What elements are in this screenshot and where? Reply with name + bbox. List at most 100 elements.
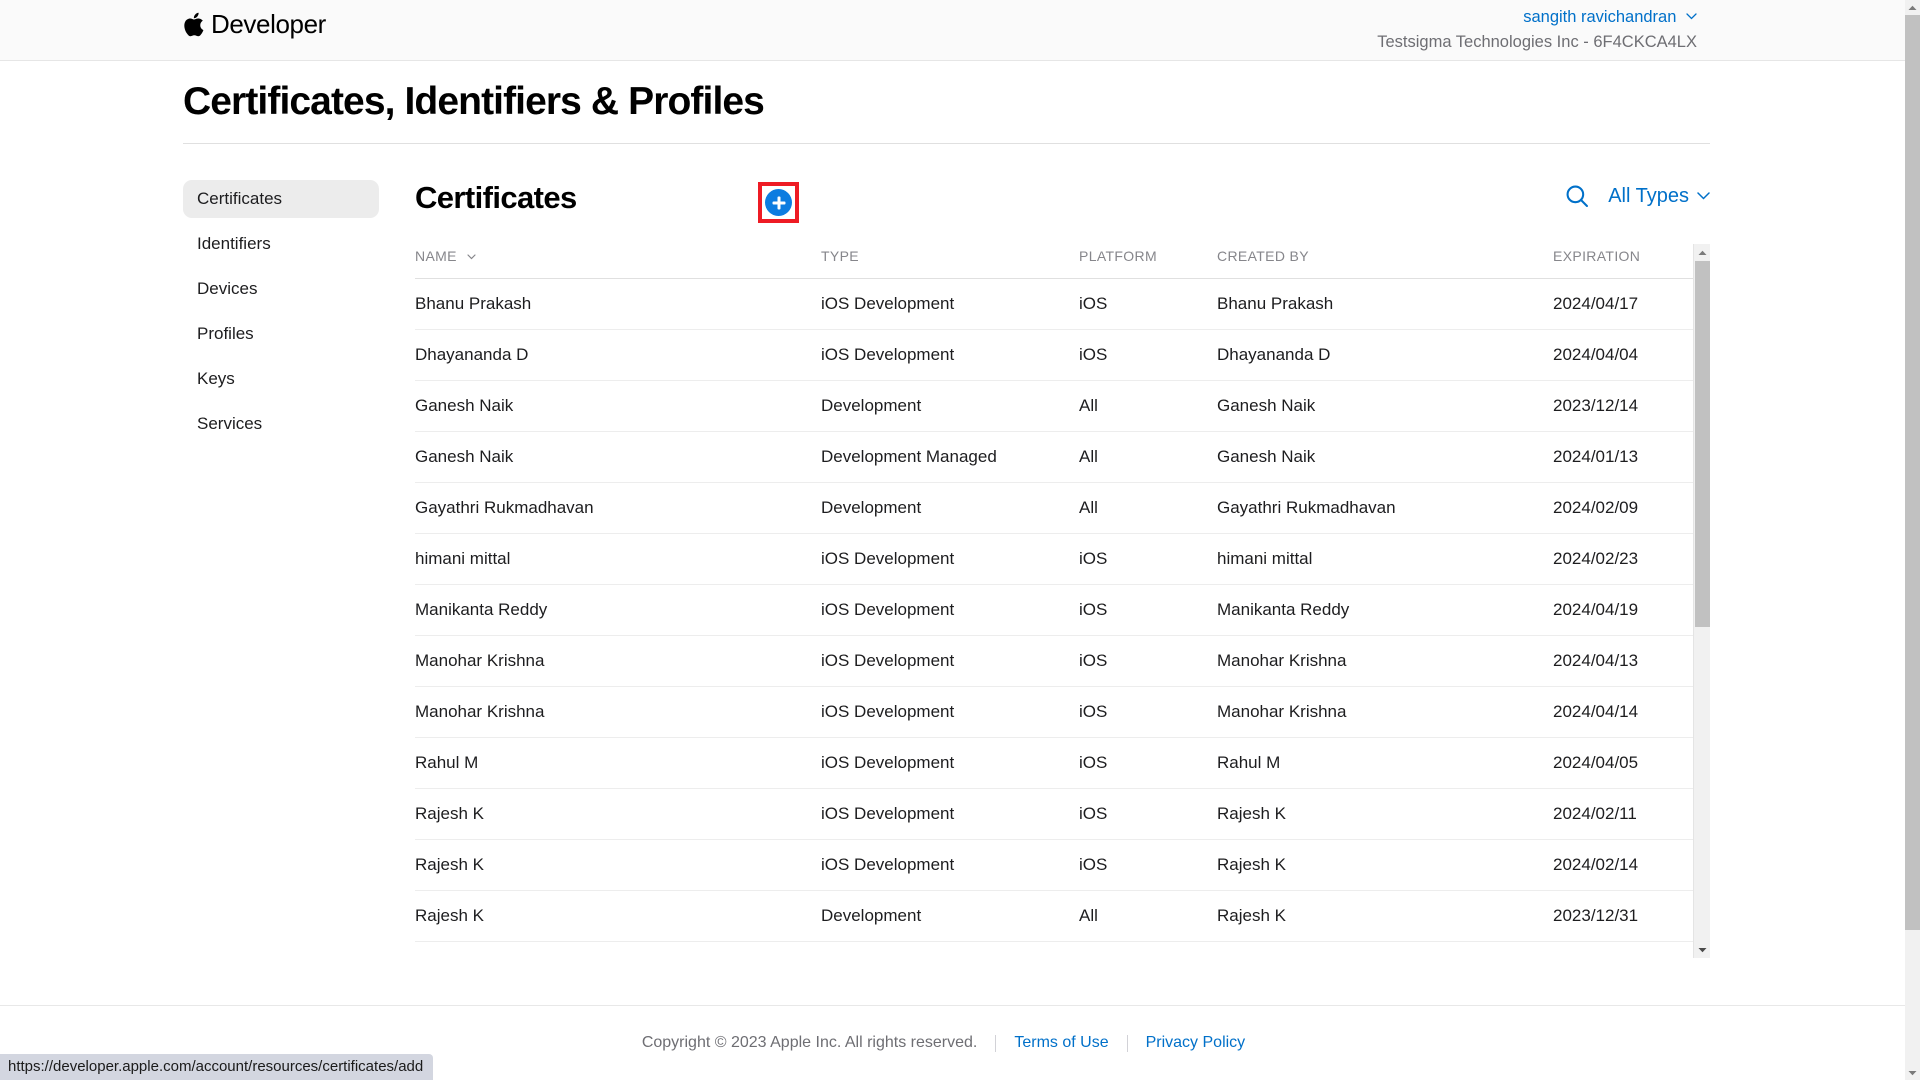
cell-created-by[interactable]: Rajesh K bbox=[1217, 788, 1553, 839]
cell-platform[interactable]: iOS bbox=[1079, 584, 1217, 635]
cell-type[interactable]: iOS Development bbox=[821, 278, 1079, 329]
footer-link-terms-of-use[interactable]: Terms of Use bbox=[996, 1034, 1126, 1052]
cell-created-by[interactable]: Ganesh Naik bbox=[1217, 431, 1553, 482]
cell-type[interactable]: iOS Development bbox=[821, 329, 1079, 380]
cell-expiration[interactable]: 2024/02/11 bbox=[1553, 788, 1693, 839]
cell-platform[interactable]: iOS bbox=[1079, 686, 1217, 737]
cell-type[interactable]: iOS Development bbox=[821, 584, 1079, 635]
cell-created-by[interactable]: Manohar Krishna bbox=[1217, 635, 1553, 686]
cell-type[interactable]: iOS Development bbox=[821, 737, 1079, 788]
cell-created-by[interactable]: Rajesh K bbox=[1217, 839, 1553, 890]
apple-developer-brand-link[interactable]: Developer bbox=[183, 11, 326, 37]
cell-expiration[interactable]: 2024/04/19 bbox=[1553, 584, 1693, 635]
cell-platform[interactable]: All bbox=[1079, 890, 1217, 941]
cell-type[interactable]: Development bbox=[821, 890, 1079, 941]
table-row[interactable]: Dhayananda DiOS DevelopmentiOSDhayananda… bbox=[415, 329, 1693, 380]
window-scroll-up-arrow-icon[interactable] bbox=[1905, 0, 1920, 15]
cell-name[interactable]: Rajesh K bbox=[415, 788, 821, 839]
cell-type[interactable]: iOS Development bbox=[821, 839, 1079, 890]
cell-name[interactable]: Ganesh Naik bbox=[415, 380, 821, 431]
table-row[interactable]: himani mittaliOS DevelopmentiOShimani mi… bbox=[415, 533, 1693, 584]
cell-expiration[interactable]: 2024/01/13 bbox=[1553, 431, 1693, 482]
sidebar-item-services[interactable]: Services bbox=[183, 405, 379, 443]
cell-name[interactable]: Bhanu Prakash bbox=[415, 278, 821, 329]
cell-type[interactable]: Development Managed bbox=[821, 431, 1079, 482]
cell-type[interactable]: iOS Development bbox=[821, 533, 1079, 584]
table-row[interactable]: Rajesh KDevelopmentAllRajesh K2023/12/31 bbox=[415, 890, 1693, 941]
table-row[interactable]: Gayathri RukmadhavanDevelopmentAllGayath… bbox=[415, 482, 1693, 533]
cell-expiration[interactable]: 2024/04/17 bbox=[1553, 278, 1693, 329]
cell-created-by[interactable]: Ganesh Naik bbox=[1217, 380, 1553, 431]
cell-created-by[interactable]: Manohar Krishna bbox=[1217, 686, 1553, 737]
table-row[interactable]: Manohar KrishnaiOS DevelopmentiOSManohar… bbox=[415, 686, 1693, 737]
table-row[interactable]: Manikanta ReddyiOS DevelopmentiOSManikan… bbox=[415, 584, 1693, 635]
column-header-type[interactable]: TYPE bbox=[821, 244, 1079, 278]
cell-name[interactable]: Gayathri Rukmadhavan bbox=[415, 482, 821, 533]
sidebar-item-devices[interactable]: Devices bbox=[183, 270, 379, 308]
cell-platform[interactable]: iOS bbox=[1079, 839, 1217, 890]
cell-created-by[interactable]: Dhayananda D bbox=[1217, 329, 1553, 380]
search-icon[interactable] bbox=[1564, 183, 1590, 209]
cell-name[interactable]: Ganesh Naik bbox=[415, 431, 821, 482]
cell-type[interactable]: Development bbox=[821, 380, 1079, 431]
cell-platform[interactable]: All bbox=[1079, 380, 1217, 431]
cell-expiration[interactable]: 2024/02/09 bbox=[1553, 482, 1693, 533]
type-filter-dropdown[interactable]: All Types bbox=[1608, 185, 1710, 208]
table-row[interactable]: Rajesh KiOS DevelopmentiOSRajesh K2024/0… bbox=[415, 788, 1693, 839]
column-header-expiration[interactable]: EXPIRATION bbox=[1553, 244, 1693, 278]
sidebar-item-keys[interactable]: Keys bbox=[183, 360, 379, 398]
cell-created-by[interactable]: Rahul M bbox=[1217, 737, 1553, 788]
window-scroll-down-arrow-icon[interactable] bbox=[1905, 1065, 1920, 1080]
cell-type[interactable]: iOS Development bbox=[821, 788, 1079, 839]
cell-platform[interactable]: All bbox=[1079, 482, 1217, 533]
cell-type[interactable]: Development bbox=[821, 482, 1079, 533]
cell-name[interactable]: Manohar Krishna bbox=[415, 686, 821, 737]
cell-platform[interactable]: All bbox=[1079, 431, 1217, 482]
cell-expiration[interactable]: 2024/04/04 bbox=[1553, 329, 1693, 380]
cell-platform[interactable]: iOS bbox=[1079, 635, 1217, 686]
scrollbar-thumb[interactable] bbox=[1695, 261, 1710, 627]
table-row[interactable]: Rahul MiOS DevelopmentiOSRahul M2024/04/… bbox=[415, 737, 1693, 788]
cell-platform[interactable]: iOS bbox=[1079, 278, 1217, 329]
table-row[interactable]: Bhanu PrakashiOS DevelopmentiOSBhanu Pra… bbox=[415, 278, 1693, 329]
cell-expiration[interactable]: 2024/02/14 bbox=[1553, 839, 1693, 890]
cell-created-by[interactable]: Bhanu Prakash bbox=[1217, 278, 1553, 329]
table-row[interactable]: Ganesh NaikDevelopment ManagedAllGanesh … bbox=[415, 431, 1693, 482]
cell-name[interactable]: Manohar Krishna bbox=[415, 635, 821, 686]
column-header-name[interactable]: NAME bbox=[415, 244, 821, 278]
add-certificate-button-highlight[interactable] bbox=[758, 182, 799, 223]
cell-name[interactable]: Dhayananda D bbox=[415, 329, 821, 380]
cell-created-by[interactable]: Manikanta Reddy bbox=[1217, 584, 1553, 635]
cell-expiration[interactable]: 2024/04/14 bbox=[1553, 686, 1693, 737]
cell-expiration[interactable]: 2024/04/05 bbox=[1553, 737, 1693, 788]
browser-window-scrollbar[interactable] bbox=[1905, 0, 1920, 1080]
cell-expiration[interactable]: 2024/02/23 bbox=[1553, 533, 1693, 584]
column-header-platform[interactable]: PLATFORM bbox=[1079, 244, 1217, 278]
account-name-menu[interactable]: sangith ravichandran bbox=[1523, 6, 1697, 28]
column-header-created-by[interactable]: CREATED BY bbox=[1217, 244, 1553, 278]
cell-name[interactable]: Manikanta Reddy bbox=[415, 584, 821, 635]
cell-type[interactable]: iOS Development bbox=[821, 635, 1079, 686]
scroll-up-arrow-icon[interactable] bbox=[1694, 244, 1711, 261]
table-row[interactable]: Rajesh KiOS DevelopmentiOSRajesh K2024/0… bbox=[415, 839, 1693, 890]
cell-platform[interactable]: iOS bbox=[1079, 329, 1217, 380]
cell-expiration[interactable]: 2023/12/14 bbox=[1553, 380, 1693, 431]
cell-name[interactable]: Rajesh K bbox=[415, 890, 821, 941]
window-scrollbar-thumb[interactable] bbox=[1905, 15, 1920, 930]
cell-platform[interactable]: iOS bbox=[1079, 737, 1217, 788]
cell-name[interactable]: Rajesh K bbox=[415, 839, 821, 890]
cell-name[interactable]: Rahul M bbox=[415, 737, 821, 788]
sidebar-item-certificates[interactable]: Certificates bbox=[183, 180, 379, 218]
cell-type[interactable]: iOS Development bbox=[821, 686, 1079, 737]
cell-expiration[interactable]: 2024/04/13 bbox=[1553, 635, 1693, 686]
cell-name[interactable]: himani mittal bbox=[415, 533, 821, 584]
sidebar-item-identifiers[interactable]: Identifiers bbox=[183, 225, 379, 263]
certificates-list-scrollbar[interactable] bbox=[1693, 244, 1710, 958]
cell-created-by[interactable]: Rajesh K bbox=[1217, 890, 1553, 941]
sidebar-item-profiles[interactable]: Profiles bbox=[183, 315, 379, 353]
cell-platform[interactable]: iOS bbox=[1079, 533, 1217, 584]
cell-created-by[interactable]: himani mittal bbox=[1217, 533, 1553, 584]
scroll-down-arrow-icon[interactable] bbox=[1694, 941, 1711, 958]
table-row[interactable]: Ganesh NaikDevelopmentAllGanesh Naik2023… bbox=[415, 380, 1693, 431]
footer-link-privacy-policy[interactable]: Privacy Policy bbox=[1128, 1034, 1264, 1052]
